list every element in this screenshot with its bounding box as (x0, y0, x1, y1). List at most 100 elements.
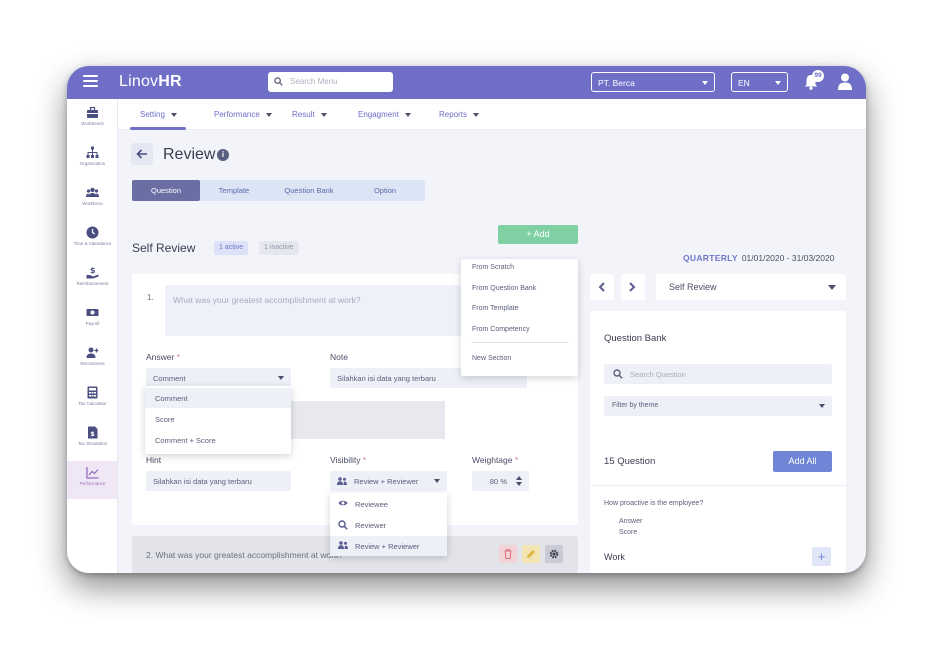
question-search-input[interactable]: Search Question (604, 364, 832, 384)
active-count-badge: 1 active (214, 241, 249, 255)
weightage-input[interactable]: 80 % (472, 471, 529, 491)
option-reviewer[interactable]: Reviewer (330, 515, 447, 535)
menu-item-from-competency[interactable]: From Competency (472, 326, 530, 333)
people-icon (338, 541, 348, 549)
sidebar: Workbench Organization Workforce Time & … (67, 99, 118, 573)
menu-search-input[interactable]: Search Menu (268, 72, 393, 92)
eye-icon (338, 500, 348, 506)
people-icon (337, 477, 347, 485)
sidebar-item-recruitment[interactable]: Recruitment (67, 341, 118, 379)
clock-icon (86, 226, 99, 239)
note-label: Note (330, 352, 348, 362)
info-icon[interactable]: i (217, 149, 229, 161)
sub-navigation: Setting Performance Result Engagment Rep… (118, 99, 866, 130)
tab-template[interactable]: Template (200, 180, 268, 201)
bank-section-title: Work (604, 552, 625, 562)
tab-question-bank[interactable]: Question Bank (268, 180, 350, 201)
visibility-select[interactable]: Review + Reviewer (330, 471, 447, 491)
chevron-down-icon (404, 112, 411, 117)
add-all-button[interactable]: Add All (773, 451, 832, 472)
org-chart-icon (86, 146, 99, 158)
tax-doc-icon: $ (88, 426, 98, 439)
notification-badge: 99 (812, 70, 824, 82)
option-review-reviewer[interactable]: Review + Reviewer (330, 536, 447, 556)
chevron-down-icon (819, 404, 825, 408)
sidebar-item-organization[interactable]: Organization (67, 141, 118, 179)
add-question-button[interactable]: + (812, 547, 831, 566)
question-number: 1. (147, 293, 154, 302)
menu-divider (471, 342, 569, 343)
menu-item-new-section[interactable]: New Section (472, 355, 511, 362)
svg-text:$: $ (90, 430, 95, 438)
calculator-icon (87, 386, 98, 399)
company-select[interactable]: PT. Berca (591, 72, 715, 92)
option-reviewee[interactable]: Reviewee (330, 494, 447, 514)
visibility-label: Visibility * (330, 455, 367, 465)
chevron-down-icon (320, 112, 327, 117)
gear-icon (549, 549, 559, 559)
search-icon (274, 77, 283, 86)
chart-icon (86, 467, 99, 479)
people-icon (86, 187, 99, 197)
sidebar-item-reimbursement[interactable]: $ Reimbursement (67, 261, 118, 299)
hint-input[interactable]: Silahkan isi data yang terbaru (146, 471, 291, 491)
tab-question[interactable]: Question (132, 180, 200, 201)
sidebar-item-workforce[interactable]: Workforce (67, 181, 118, 219)
briefcase-icon (87, 106, 98, 118)
answer-select[interactable]: Comment (146, 368, 291, 388)
edit-button[interactable] (522, 545, 540, 563)
menu-item-from-scratch[interactable]: From Scratch (472, 264, 514, 271)
menu-item-from-question-bank[interactable]: From Question Bank (472, 285, 536, 292)
hint-label: Hint (146, 455, 162, 465)
bank-answer-type: Score (619, 529, 638, 536)
svg-text:$: $ (90, 266, 96, 275)
theme-filter-select[interactable]: Filter by theme (604, 396, 832, 416)
user-plus-icon (86, 347, 99, 358)
app-window: LinovHR Search Menu PT. Berca EN 99 Work… (67, 66, 866, 573)
top-bar: LinovHR Search Menu PT. Berca EN 99 (67, 66, 866, 99)
answer-label: Answer * (146, 352, 181, 362)
prev-button[interactable] (590, 274, 614, 300)
sidebar-item-time-attendance[interactable]: Time & Attendance (67, 221, 118, 259)
settings-button[interactable] (545, 545, 563, 563)
chevron-down-icon (265, 112, 272, 117)
section-title: Self Review (132, 241, 196, 255)
review-type-select[interactable]: Self Review (656, 274, 846, 300)
nav-performance[interactable]: Performance (214, 110, 272, 119)
bank-question-text[interactable]: How proactive is the employee? (604, 500, 703, 507)
divider (590, 485, 846, 486)
sidebar-item-workbench[interactable]: Workbench (67, 101, 118, 139)
menu-item-from-template[interactable]: From Template (472, 305, 519, 312)
next-button[interactable] (621, 274, 645, 300)
nav-engagment[interactable]: Engagment (358, 110, 411, 119)
chevron-left-icon (598, 282, 605, 292)
chevron-down-icon (434, 479, 440, 483)
chevron-down-icon (702, 81, 708, 85)
user-icon[interactable] (838, 73, 852, 90)
chevron-down-icon (775, 81, 781, 85)
stepper-icon[interactable] (516, 475, 522, 487)
sidebar-item-tax-simulation[interactable]: $ Tax Simulation (67, 421, 118, 459)
chevron-down-icon (170, 112, 177, 117)
chevron-down-icon (828, 285, 836, 290)
nav-reports[interactable]: Reports (439, 110, 480, 119)
language-select[interactable]: EN (731, 72, 788, 92)
arrow-left-icon (136, 149, 147, 159)
score-placeholder-box (282, 401, 445, 439)
option-score[interactable]: Score (145, 409, 291, 429)
nav-setting[interactable]: Setting (140, 110, 177, 119)
nav-result[interactable]: Result (292, 110, 327, 119)
add-button[interactable]: + Add (498, 225, 578, 244)
sidebar-item-payroll[interactable]: Payroll (67, 301, 118, 339)
tab-option[interactable]: Option (350, 180, 420, 201)
delete-button[interactable] (499, 545, 517, 563)
question-count: 15 Question (604, 456, 656, 467)
hamburger-menu-icon[interactable] (83, 75, 98, 89)
answer-dropdown-menu: Comment Score Comment + Score (145, 386, 291, 454)
option-comment[interactable]: Comment (145, 388, 291, 408)
chevron-down-icon (473, 112, 480, 117)
back-button[interactable] (131, 143, 153, 165)
sidebar-item-performance[interactable]: Performance (67, 461, 118, 499)
option-comment-score[interactable]: Comment + Score (145, 430, 291, 450)
sidebar-item-tax-calculator[interactable]: Tax Calculator (67, 381, 118, 419)
